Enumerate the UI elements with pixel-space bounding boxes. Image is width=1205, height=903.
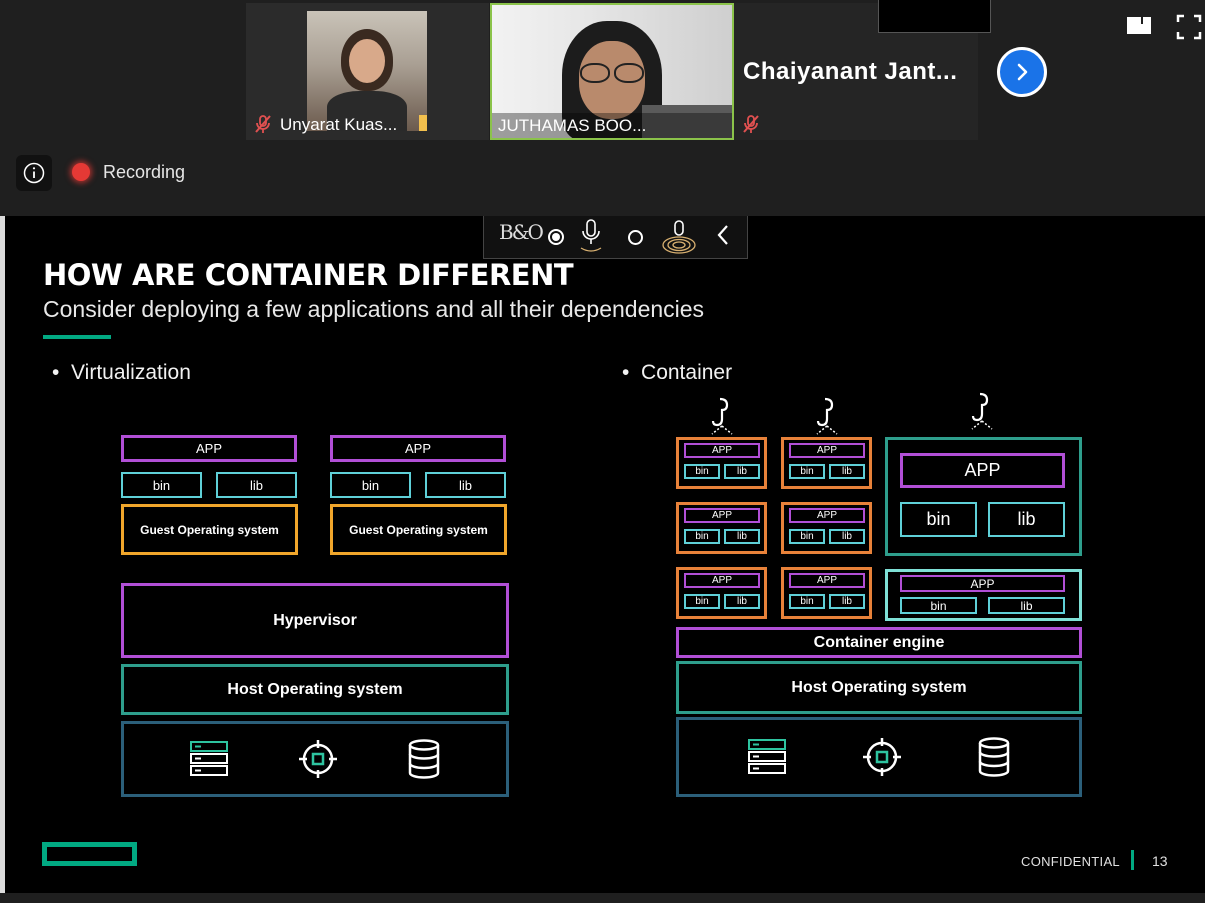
- mic-off-icon: [252, 113, 274, 135]
- virtualization-heading: • Virtualization: [52, 361, 191, 384]
- player-toolbar: B&O: [483, 216, 748, 259]
- participant-tile-juthamas[interactable]: JUTHAMAS BOO...: [490, 3, 734, 140]
- microphone-icon[interactable]: [578, 218, 604, 254]
- vm-lib-box: lib: [425, 472, 506, 498]
- database-icon: [409, 739, 440, 779]
- container-bin-box: bin: [789, 594, 825, 609]
- crane-hook-icon: [711, 397, 733, 435]
- vm-lib-box: lib: [216, 472, 297, 498]
- container-small-box: APP bin lib: [781, 437, 872, 489]
- window-bottom-bar: [0, 893, 1205, 903]
- container-large-box: APP bin lib: [885, 437, 1082, 556]
- chevron-left-icon[interactable]: [716, 224, 730, 246]
- vm-app-box: APP: [121, 435, 297, 462]
- container-app-box: APP: [684, 443, 760, 458]
- container-bin-box: bin: [789, 529, 825, 544]
- container-bin-box: bin: [684, 594, 720, 609]
- container-lib-box: lib: [988, 597, 1065, 614]
- footer-separator: [1131, 850, 1134, 870]
- container-small-box: APP bin lib: [676, 567, 767, 619]
- chevron-right-icon: [1017, 63, 1028, 81]
- vm-bin-box: bin: [330, 472, 411, 498]
- container-app-box: APP: [900, 575, 1065, 592]
- container-lib-box: lib: [988, 502, 1065, 537]
- container-lib-box: lib: [829, 594, 865, 609]
- container-medium-box: APP bin lib: [885, 569, 1082, 621]
- info-button[interactable]: [16, 155, 52, 191]
- container-lib-box: lib: [829, 464, 865, 479]
- recording-dot-icon: [72, 163, 90, 181]
- participant-tile-unyarat[interactable]: Unyarat Kuas...: [246, 3, 489, 140]
- recording-label: Recording: [103, 162, 186, 182]
- container-host-os-box: Host Operating system: [676, 661, 1082, 714]
- self-view-thumbnail[interactable]: [878, 0, 991, 33]
- server-icon: [189, 741, 228, 776]
- container-small-box: APP bin lib: [781, 502, 872, 554]
- bullet-icon: •: [52, 361, 72, 384]
- participant-video: [307, 11, 427, 131]
- container-app-box: APP: [789, 573, 865, 588]
- container-bin-box: bin: [900, 597, 977, 614]
- vm-guest-os-box: Guest Operating system: [121, 504, 298, 555]
- server-icon: [747, 739, 786, 774]
- participant-name: Chaiyanant Jant...: [743, 58, 958, 85]
- meeting-top-bar: Unyarat Kuas... JUTHAMAS BOO... Chaiyana…: [0, 0, 1205, 216]
- vm-hardware-box: [121, 721, 509, 797]
- container-bin-box: bin: [684, 464, 720, 479]
- next-participants-button[interactable]: [997, 47, 1047, 97]
- container-small-box: APP bin lib: [676, 502, 767, 554]
- fullscreen-icon[interactable]: [1176, 14, 1202, 40]
- radio-toggle-icon[interactable]: [628, 230, 643, 245]
- mic-off-icon: [740, 113, 762, 135]
- layout-icon[interactable]: [1126, 14, 1152, 36]
- presentation-slide: B&O HOW ARE CONTAINER DIFFERENT Consider…: [5, 216, 1205, 893]
- vm-bin-box: bin: [121, 472, 202, 498]
- container-app-box: APP: [789, 443, 865, 458]
- record-toggle-icon[interactable]: [548, 229, 564, 245]
- info-icon: [23, 162, 45, 184]
- hpe-logo: [42, 842, 137, 866]
- participant-name: Unyarat Kuas...: [280, 115, 398, 134]
- slide-title: HOW ARE CONTAINER DIFFERENT: [43, 258, 574, 292]
- podcast-icon[interactable]: [660, 217, 698, 257]
- container-bin-box: bin: [684, 529, 720, 544]
- confidential-label: CONFIDENTIAL: [1021, 854, 1120, 869]
- crane-hook-icon: [816, 397, 838, 435]
- container-bin-box: bin: [789, 464, 825, 479]
- network-icon: [862, 738, 901, 776]
- hypervisor-box: Hypervisor: [121, 583, 509, 658]
- crane-hook-icon: [971, 392, 993, 430]
- container-small-box: APP bin lib: [781, 567, 872, 619]
- bullet-icon: •: [622, 361, 642, 384]
- container-lib-box: lib: [829, 529, 865, 544]
- container-lib-box: lib: [724, 529, 760, 544]
- container-app-box: APP: [684, 508, 760, 523]
- container-app-box: APP: [900, 453, 1065, 488]
- container-lib-box: lib: [724, 464, 760, 479]
- vm-guest-os-box: Guest Operating system: [330, 504, 507, 555]
- brand-logo: B&O: [499, 220, 544, 244]
- database-icon: [979, 737, 1010, 777]
- container-heading: • Container: [622, 361, 733, 384]
- container-app-box: APP: [684, 573, 760, 588]
- page-number: 13: [1152, 853, 1168, 869]
- container-engine-box: Container engine: [676, 627, 1082, 658]
- network-icon: [298, 740, 337, 778]
- container-small-box: APP bin lib: [676, 437, 767, 489]
- container-hardware-box: [676, 717, 1082, 797]
- container-app-box: APP: [789, 508, 865, 523]
- title-accent-bar: [43, 335, 111, 339]
- slide-subtitle: Consider deploying a few applications an…: [43, 296, 705, 322]
- vm-app-box: APP: [330, 435, 506, 462]
- container-lib-box: lib: [724, 594, 760, 609]
- container-bin-box: bin: [900, 502, 977, 537]
- vm-host-os-box: Host Operating system: [121, 664, 509, 715]
- participant-name: JUTHAMAS BOO...: [498, 116, 647, 135]
